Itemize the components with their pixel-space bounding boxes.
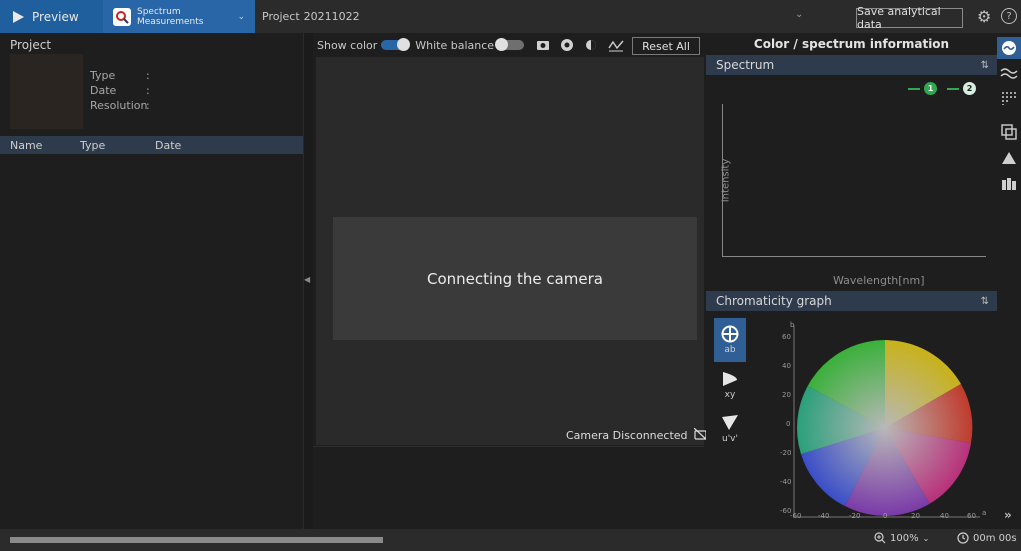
meta-date-colon: : [146, 84, 150, 97]
camera-snapshot-icon[interactable] [536, 39, 550, 51]
timer-value: 00m 00s [973, 532, 1017, 544]
zoom-chevron-icon[interactable]: ⌄ [923, 534, 930, 543]
block-chart-icon[interactable] [998, 173, 1020, 195]
spectrum-view-icon[interactable] [998, 37, 1020, 59]
white-balance-label: White balance [415, 38, 495, 52]
xy-diagram-icon [723, 372, 737, 386]
project-name: 20211022 [303, 10, 360, 23]
spectrum-y-label: Intensity [720, 158, 732, 203]
clock-icon [957, 532, 969, 544]
spectrum-measurement-icon [113, 7, 131, 26]
show-color-toggle[interactable] [381, 38, 411, 51]
reset-all-button[interactable]: Reset All [632, 37, 700, 55]
dot-grid-icon[interactable] [998, 87, 1020, 109]
spectrum-legend: 1 2 [908, 82, 976, 95]
waveform-view-icon[interactable] [998, 61, 1020, 83]
a-axis-label: a [982, 509, 986, 517]
camera-status-text: Camera Disconnected [566, 428, 688, 442]
spectrum-section-header[interactable]: Spectrum ⇅ [706, 55, 997, 75]
x-tick: 60 [967, 512, 976, 520]
project-panel-title: Project [10, 38, 52, 52]
white-balance-toggle[interactable] [495, 38, 525, 51]
column-date[interactable]: Date [155, 139, 181, 152]
legend-line-2 [947, 87, 959, 90]
uv-diagram-icon [722, 415, 738, 430]
legend-line-1 [908, 87, 920, 90]
aperture-icon[interactable] [560, 38, 574, 52]
connecting-overlay: Connecting the camera [333, 217, 697, 340]
x-tick: -60 [790, 512, 801, 520]
mode-uv-label: u'v' [722, 434, 738, 444]
zoom-value: 100% [890, 532, 919, 544]
legend-badge-2[interactable]: 2 [963, 82, 976, 95]
x-tick: -20 [849, 512, 860, 520]
project-thumbnail [10, 54, 83, 129]
meta-resolution-colon: : [146, 99, 150, 112]
mode-ab-label: ab [724, 345, 736, 355]
mode-label-line2: Measurements [137, 16, 204, 27]
mode-uv-button[interactable]: u'v' [714, 408, 746, 450]
y-tick: 20 [782, 391, 791, 399]
play-icon [13, 10, 24, 23]
mode-ab-button[interactable]: ab [714, 318, 746, 362]
sort-icon[interactable]: ⇅ [981, 296, 989, 307]
save-analytical-data-button[interactable]: Save analytical data [856, 5, 963, 31]
y-tick: 0 [786, 420, 790, 428]
waveform-icon[interactable] [608, 38, 624, 52]
file-list-header: Name Type Date [0, 136, 303, 154]
expand-panel-icon[interactable]: » [1004, 508, 1012, 522]
image-compare-icon[interactable] [998, 121, 1020, 143]
collapse-left-icon[interactable]: ◀ [304, 275, 310, 284]
color-wheel [797, 340, 973, 516]
x-tick: 0 [883, 512, 887, 520]
mode-label-line1: Spectrum [137, 6, 181, 17]
x-tick: 40 [940, 512, 949, 520]
x-tick: 20 [911, 512, 920, 520]
spectrum-plot-axes [722, 104, 986, 257]
chromaticity-section-header[interactable]: Chromaticity graph ⇅ [706, 291, 997, 311]
chevron-down-icon[interactable]: ⌄ [237, 12, 245, 22]
preview-label: Preview [32, 9, 79, 24]
zoom-control[interactable]: 100% ⌄ [874, 532, 929, 544]
project-dropdown-chevron-icon[interactable]: ⌄ [795, 9, 803, 20]
mode-xy-button[interactable]: xy [714, 364, 746, 406]
meta-type-colon: : [146, 69, 150, 82]
mode-selector[interactable]: Spectrum Measurements ⌄ [103, 0, 255, 33]
right-panel-title: Color / spectrum information [753, 37, 950, 51]
column-type[interactable]: Type [80, 139, 105, 152]
y-tick: -20 [780, 449, 791, 457]
y-tick: 40 [782, 362, 791, 370]
y-tick: 60 [782, 333, 791, 341]
show-color-label: Show color [317, 38, 378, 52]
legend-badge-1[interactable]: 1 [924, 82, 937, 95]
progress-bar [10, 537, 383, 543]
help-icon[interactable]: ? [1001, 8, 1017, 24]
sort-icon[interactable]: ⇅ [981, 60, 989, 71]
meta-type-label: Type [90, 69, 116, 82]
mode-xy-label: xy [724, 390, 736, 400]
center-bottom-area [313, 446, 704, 529]
meta-resolution-label: Resolution [90, 99, 148, 112]
meta-date-label: Date [90, 84, 117, 97]
elapsed-timer: 00m 00s [957, 532, 1017, 544]
brightness-icon[interactable] [584, 38, 598, 52]
spectrum-heading: Spectrum [716, 58, 775, 72]
zoom-icon [874, 532, 886, 544]
y-tick: -40 [780, 478, 791, 486]
chromaticity-graph[interactable]: b a 60 40 20 0 -20 -40 -60 -60 -40 -20 0… [760, 315, 988, 523]
gear-icon[interactable]: ⚙ [977, 7, 991, 26]
b-axis-label: b [790, 321, 795, 329]
chromaticity-heading: Chromaticity graph [716, 294, 832, 308]
column-name[interactable]: Name [10, 139, 42, 152]
triangle-chart-icon[interactable] [998, 147, 1020, 169]
x-tick: -40 [818, 512, 829, 520]
preview-button[interactable]: Preview [0, 0, 103, 33]
spectrum-x-label: Wavelength[nm] [833, 274, 925, 287]
crosshair-globe-icon [721, 325, 739, 343]
project-label: Project [262, 10, 300, 23]
